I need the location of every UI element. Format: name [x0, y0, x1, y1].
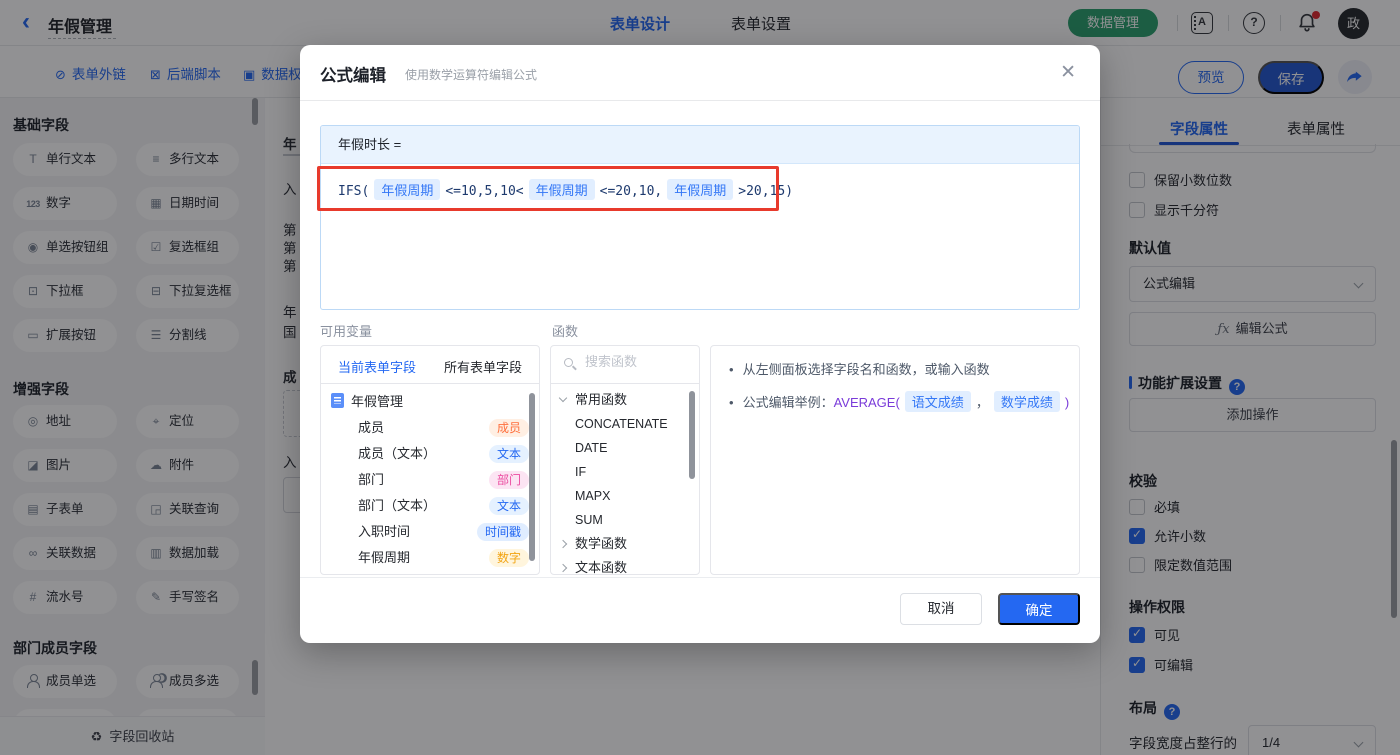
function-item[interactable]: IF [551, 460, 699, 484]
function-item[interactable]: MAPX [551, 484, 699, 508]
hint-line-1: • 从左侧面板选择字段名和函数，或输入函数 [729, 362, 990, 377]
chevron-right-icon [558, 563, 568, 573]
functions-label: 函数 [552, 324, 579, 339]
example-field-chip: 数学成绩 [993, 391, 1060, 412]
type-badge: 文本 [488, 497, 529, 515]
annotation-red-box [317, 166, 779, 211]
chevron-right-icon [558, 539, 568, 549]
modal-subtitle: 使用数学运算符编辑公式 [405, 68, 538, 82]
variable-row[interactable]: 年假周期 数字 [321, 545, 539, 571]
search-icon [564, 358, 573, 367]
cancel-button[interactable]: 取消 [900, 593, 982, 625]
screen: ‹ 年假管理 表单设计 表单设置 数据管理 A ? 政 ⊘ 表单外链 ⊠ 后端脚本 … [0, 0, 1400, 755]
functions-panel: 常用函数 CONCATENATE DATE IF MAPX SUM 数学函数 文… [550, 345, 700, 575]
type-badge: 时间戳 [476, 523, 529, 541]
function-item[interactable]: DATE [551, 436, 699, 460]
type-badge: 成员 [488, 419, 529, 437]
tab-all-form-fields[interactable]: 所有表单字段 [444, 357, 522, 376]
divider [300, 577, 1100, 578]
function-group-math[interactable]: 数学函数 [551, 532, 699, 556]
function-item[interactable]: CONCATENATE [551, 412, 699, 436]
close-icon[interactable]: ✕ [1060, 61, 1076, 84]
search-input[interactable] [585, 354, 685, 369]
type-badge: 部门 [488, 471, 529, 489]
function-item[interactable]: SUM [551, 508, 699, 532]
function-search [551, 346, 699, 384]
function-group-text[interactable]: 文本函数 [551, 556, 699, 574]
variable-row[interactable]: 部门（文本） 文本 [321, 493, 539, 519]
type-badge: 数字 [488, 549, 529, 567]
variables-panel: 当前表单字段 所有表单字段 年假管理 成员 成员 成员（文本） 文本 部门 部门 部门… [320, 345, 540, 575]
formula-editor-modal: 公式编辑 使用数学运算符编辑公式 ✕ 年假时长 = IFS(年假周期 <=10,5… [300, 45, 1100, 643]
chevron-down-icon [558, 393, 568, 403]
formula-editor: 年假时长 = IFS(年假周期 <=10,5,10< 年假周期 <=20,10, 年假周… [320, 125, 1080, 310]
variables-label: 可用变量 [320, 324, 373, 339]
variable-row-partial[interactable] [321, 571, 539, 574]
variable-row[interactable]: 成员 成员 [321, 415, 539, 441]
modal-title: 公式编辑 [320, 67, 386, 85]
form-doc-icon [331, 393, 344, 408]
scrollbar-thumb[interactable] [529, 393, 535, 561]
divider [300, 100, 1100, 101]
example-function: AVERAGE( [833, 395, 900, 410]
variable-row[interactable]: 入职时间 时间戳 [321, 519, 539, 545]
variable-row[interactable]: 成员（文本） 文本 [321, 441, 539, 467]
hints-panel: • 从左侧面板选择字段名和函数，或输入函数 • 公式编辑举例：AVERAGE(语文成… [710, 345, 1080, 575]
variable-row[interactable]: 部门 部门 [321, 467, 539, 493]
example-field-chip: 语文成绩 [904, 391, 971, 412]
type-badge: 文本 [488, 445, 529, 463]
formula-target: 年假时长 = [321, 126, 1079, 164]
scrollbar-thumb[interactable] [689, 391, 695, 479]
tab-current-form-fields[interactable]: 当前表单字段 [338, 357, 416, 376]
hint-line-2: • 公式编辑举例：AVERAGE(语文成绩，数学成绩) [711, 378, 1079, 412]
confirm-button[interactable]: 确定 [998, 593, 1080, 625]
variables-tabs: 当前表单字段 所有表单字段 [321, 346, 539, 384]
function-group-common[interactable]: 常用函数 [551, 388, 699, 412]
form-tree-root[interactable]: 年假管理 [321, 389, 539, 415]
